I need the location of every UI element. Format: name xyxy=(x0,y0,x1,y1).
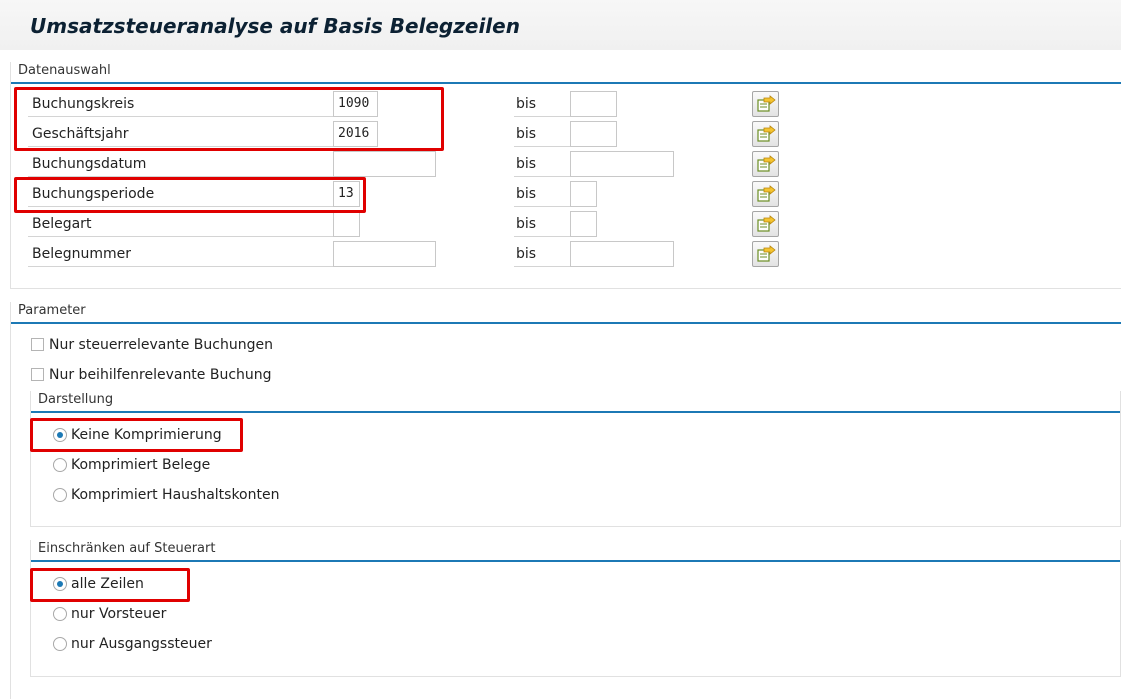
belegart-from-input[interactable] xyxy=(333,211,360,237)
group-header-parameter: Parameter xyxy=(11,302,1121,324)
radio-label-nur-vorsteuer: nur Vorsteuer xyxy=(71,606,167,622)
group-header-steuerart: Einschränken auf Steuerart xyxy=(31,540,1120,562)
multiple-selection-button-belegnummer[interactable] xyxy=(752,241,779,267)
bis-label-geschaeftsjahr: bis xyxy=(514,121,570,147)
buchungsperiode-to-input[interactable] xyxy=(570,181,597,207)
checkbox-label-beihilfenrelevant: Nur beihilfenrelevante Buchung xyxy=(49,367,272,383)
geschaeftsjahr-to-input[interactable] xyxy=(570,121,617,147)
radio-komprimiert-belege[interactable] xyxy=(53,458,67,472)
radio-label-nur-ausgangssteuer: nur Ausgangssteuer xyxy=(71,636,212,652)
group-header-darstellung: Darstellung xyxy=(31,391,1120,413)
checkbox-beihilfenrelevant[interactable] xyxy=(31,368,44,381)
radio-label-keine-komprimierung: Keine Komprimierung xyxy=(71,427,222,443)
label-geschaeftsjahr: Geschäftsjahr xyxy=(28,121,333,147)
buchungskreis-to-input[interactable] xyxy=(570,91,617,117)
label-buchungskreis: Buchungskreis xyxy=(28,91,333,117)
radio-keine-komprimierung[interactable] xyxy=(53,428,67,442)
multiple-selection-icon xyxy=(757,155,776,172)
checkbox-label-steuerrelevant: Nur steuerrelevante Buchungen xyxy=(49,337,273,353)
multiple-selection-button-buchungsdatum[interactable] xyxy=(752,151,779,177)
multiple-selection-button-buchungsperiode[interactable] xyxy=(752,181,779,207)
bis-label-buchungsdatum: bis xyxy=(514,151,570,177)
bis-label-belegart: bis xyxy=(514,211,570,237)
label-belegnummer: Belegnummer xyxy=(28,241,333,267)
group-title-datenauswahl: Datenauswahl xyxy=(18,63,111,78)
group-title-darstellung: Darstellung xyxy=(38,392,114,407)
label-belegart: Belegart xyxy=(28,211,333,237)
group-header-datenauswahl: Datenauswahl xyxy=(11,62,1121,84)
belegnummer-to-input[interactable] xyxy=(570,241,674,267)
multiple-selection-button-geschaeftsjahr[interactable] xyxy=(752,121,779,147)
bis-label-belegnummer: bis xyxy=(514,241,570,267)
belegnummer-from-input[interactable] xyxy=(333,241,436,267)
radio-nur-ausgangssteuer[interactable] xyxy=(53,637,67,651)
page-title: Umsatzsteueranalyse auf Basis Belegzeile… xyxy=(30,14,520,38)
belegart-to-input[interactable] xyxy=(570,211,597,237)
multiple-selection-icon xyxy=(757,95,776,112)
radio-label-alle-zeilen: alle Zeilen xyxy=(71,576,144,592)
geschaeftsjahr-from-input[interactable]: 2016 xyxy=(333,121,378,147)
label-buchungsdatum: Buchungsdatum xyxy=(28,151,333,177)
multiple-selection-button-buchungskreis[interactable] xyxy=(752,91,779,117)
multiple-selection-icon xyxy=(757,245,776,262)
checkbox-steuerrelevant[interactable] xyxy=(31,338,44,351)
multiple-selection-button-belegart[interactable] xyxy=(752,211,779,237)
radio-label-komprimiert-haushaltskonten: Komprimiert Haushaltskonten xyxy=(71,487,280,503)
buchungsperiode-from-input[interactable]: 13 xyxy=(333,181,360,207)
radio-alle-zeilen[interactable] xyxy=(53,577,67,591)
multiple-selection-icon xyxy=(757,185,776,202)
bis-label-buchungsperiode: bis xyxy=(514,181,570,207)
buchungsdatum-from-input[interactable] xyxy=(333,151,436,177)
buchungskreis-from-input[interactable]: 1090 xyxy=(333,91,378,117)
multiple-selection-icon xyxy=(757,125,776,142)
group-title-steuerart: Einschränken auf Steuerart xyxy=(38,541,216,556)
bis-label-buchungskreis: bis xyxy=(514,91,570,117)
group-steuerart: Einschränken auf Steuerart xyxy=(30,540,1121,677)
radio-label-komprimiert-belege: Komprimiert Belege xyxy=(71,457,211,473)
group-title-parameter: Parameter xyxy=(18,303,86,318)
multiple-selection-icon xyxy=(757,215,776,232)
buchungsdatum-to-input[interactable] xyxy=(570,151,674,177)
radio-komprimiert-haushaltskonten[interactable] xyxy=(53,488,67,502)
radio-nur-vorsteuer[interactable] xyxy=(53,607,67,621)
label-buchungsperiode: Buchungsperiode xyxy=(28,181,333,207)
